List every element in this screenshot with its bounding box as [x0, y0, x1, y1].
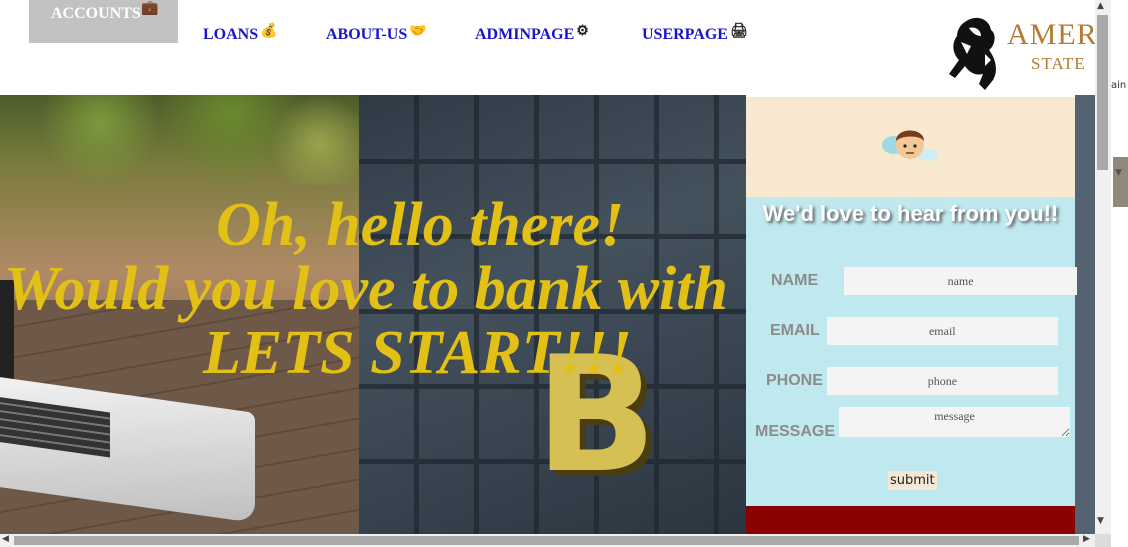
- message-label: MESSAGE: [755, 423, 836, 440]
- form-footer-bar: [746, 506, 1075, 534]
- bank-logo[interactable]: AMER STATE: [945, 14, 1095, 94]
- message-textarea[interactable]: [839, 407, 1071, 437]
- phone-row: PHONE: [766, 367, 1058, 395]
- phone-input[interactable]: [826, 367, 1058, 395]
- message-row: MESSAGE: [755, 407, 1071, 440]
- avatar-icon: [882, 130, 938, 161]
- horizontal-scroll-thumb[interactable]: [14, 536, 1079, 545]
- nav-userpage-label: USERPAGE: [642, 26, 728, 43]
- nav-adminpage-label: ADMINPAGE: [475, 26, 575, 43]
- name-row: NAME: [771, 267, 1078, 295]
- horizontal-scrollbar[interactable]: ◀ ▶: [0, 534, 1095, 547]
- logo-text-main: AMER: [1007, 18, 1095, 51]
- scroll-right-arrow-icon[interactable]: ▶: [1083, 534, 1090, 544]
- nav-about-us-label: ABOUT-US: [326, 26, 408, 43]
- chevron-down-icon: ▼: [1115, 168, 1122, 178]
- nav-loans-label: LOANS: [203, 26, 259, 43]
- scroll-up-arrow-icon[interactable]: ▲: [1097, 1, 1104, 11]
- form-header-panel: [746, 97, 1075, 197]
- email-label: EMAIL: [770, 322, 820, 339]
- lion-logo-icon: [949, 17, 996, 90]
- scroll-down-arrow-icon[interactable]: ▼: [1097, 516, 1104, 526]
- nav-accounts[interactable]: ACCOUNTS 💼: [29, 0, 178, 43]
- user-card-icon: 🖨: [729, 23, 748, 39]
- vertical-scroll-thumb[interactable]: [1097, 15, 1108, 170]
- money-bag-icon: 💰: [260, 23, 278, 39]
- nav-adminpage[interactable]: ADMINPAGE ⚙: [475, 23, 589, 44]
- outer-image-strip: [1113, 157, 1128, 207]
- form-title: We'd love to hear from you!!: [762, 201, 1059, 226]
- vertical-scrollbar[interactable]: ▲ ▼: [1095, 0, 1111, 534]
- top-navbar: ACCOUNTS 💼 LOANS 💰 ABOUT-US 🤝 ADMINPAGE …: [0, 0, 1095, 95]
- name-label: NAME: [771, 272, 819, 289]
- phone-label: PHONE: [766, 372, 823, 389]
- nav-accounts-label: ACCOUNTS: [51, 5, 141, 22]
- nav-about-us[interactable]: ABOUT-US 🤝: [326, 23, 427, 44]
- partial-side-text: ain: [1111, 80, 1127, 91]
- outer-window-edge: ain ▼: [1111, 0, 1128, 547]
- scroll-left-arrow-icon[interactable]: ◀: [2, 534, 9, 544]
- hero-line-2: Would you love to bank with us?: [4, 255, 834, 323]
- hero-line-3: LETS START!!!: [203, 319, 632, 387]
- nav-loans[interactable]: LOANS 💰: [203, 23, 278, 44]
- briefcase-icon: 💼: [141, 1, 159, 16]
- gear-hands-icon: ⚙: [576, 23, 589, 39]
- building-background-edge: [1075, 95, 1095, 534]
- hero-line-1: Oh, hello there!: [216, 191, 625, 259]
- nav-userpage[interactable]: USERPAGE 🖨: [642, 23, 748, 44]
- contact-form: We'd love to hear from you!! NAME EMAIL …: [746, 97, 1078, 534]
- email-row: EMAIL: [770, 317, 1058, 345]
- submit-button[interactable]: submit: [888, 471, 937, 490]
- email-input[interactable]: [826, 317, 1058, 345]
- name-input[interactable]: [844, 267, 1078, 295]
- logo-text-sub: STATE: [1031, 54, 1086, 73]
- handshake-icon: 🤝: [409, 23, 427, 39]
- scrollbar-corner: [1095, 534, 1111, 547]
